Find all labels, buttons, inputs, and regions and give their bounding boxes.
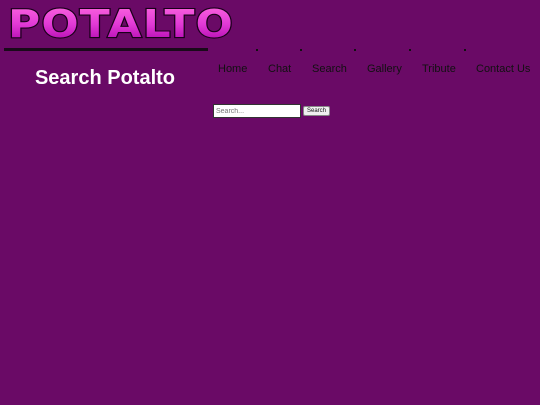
nav-separator [354,49,356,51]
nav-separator [464,49,466,51]
search-form: Search [213,104,331,118]
nav-item-tribute[interactable]: Tribute [422,63,456,76]
page-title: Search Potalto [34,67,176,89]
header-divider [4,48,208,51]
nav-item-gallery[interactable]: Gallery [367,63,402,76]
nav-item-contact-us[interactable]: Contact Us [476,63,530,76]
nav-item-search[interactable]: Search [312,63,347,76]
site-logo[interactable]: POTALTO [6,4,236,44]
search-input[interactable] [213,104,301,118]
nav-separator [256,49,258,51]
nav-item-chat[interactable]: Chat [268,63,291,76]
main-nav: Home Chat Search Gallery Tribute Contact… [208,46,540,86]
nav-separator [409,49,411,51]
nav-separator [300,49,302,51]
logo-text: POTALTO [8,4,234,44]
search-button[interactable]: Search [303,106,331,116]
nav-item-home[interactable]: Home [218,63,247,76]
